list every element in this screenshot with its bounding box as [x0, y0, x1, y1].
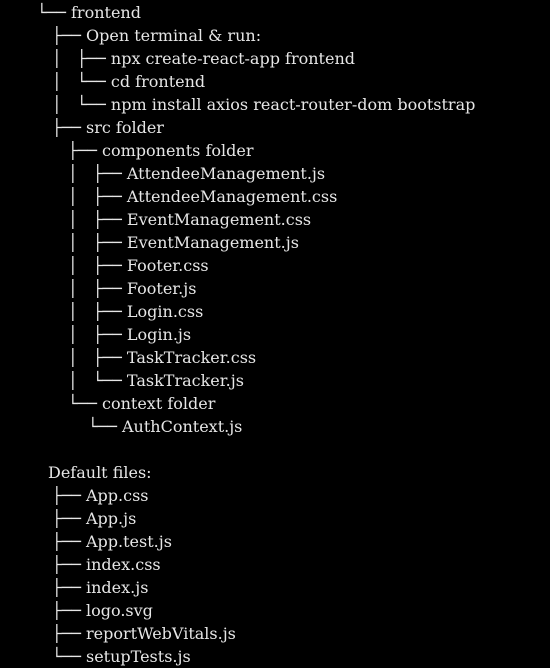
tree-item: ├── src folder [52, 116, 164, 139]
tree-branch-guide: └── [68, 394, 97, 413]
tree-branch-guide: ├── [52, 118, 81, 137]
tree-item-label: src folder [86, 118, 164, 137]
tree-branch-guide: │ ├── [68, 187, 122, 206]
tree-item: └── context folder [68, 392, 215, 415]
tree-item-label: TaskTracker.css [126, 348, 257, 367]
tree-item: │ ├── npx create-react-app frontend [52, 47, 355, 70]
tree-item: ├── App.js [52, 507, 136, 530]
tree-item: └── AuthContext.js [88, 415, 242, 438]
tree-item: ├── App.test.js [52, 530, 172, 553]
tree-item: │ ├── EventManagement.js [68, 231, 299, 254]
tree-item: ├── App.css [52, 484, 149, 507]
tree-branch-guide: └── [88, 417, 117, 436]
tree-branch-guide: │ ├── [68, 233, 122, 252]
tree-item: │ ├── Footer.css [68, 254, 209, 277]
tree-branch-guide: ├── [52, 624, 81, 643]
tree-item: │ ├── AttendeeManagement.css [68, 185, 337, 208]
tree-branch-guide: │ └── [52, 72, 106, 91]
tree-branch-guide: ├── [52, 532, 81, 551]
tree-item: │ └── TaskTracker.js [68, 369, 244, 392]
tree-item-label: App.css [86, 486, 149, 505]
tree-branch-guide: │ ├── [68, 256, 122, 275]
tree-branch-guide: ├── [52, 26, 81, 45]
tree-item-label: npm install axios react-router-dom boots… [110, 95, 476, 114]
tree-item-label: setupTests.js [86, 647, 191, 666]
tree-item: │ └── cd frontend [52, 70, 205, 93]
tree-item-label: components folder [102, 141, 254, 160]
tree-item: │ └── npm install axios react-router-dom… [52, 93, 475, 116]
tree-branch-guide: ├── [52, 601, 81, 620]
tree-branch-guide: ├── [52, 578, 81, 597]
tree-item-label: App.test.js [86, 532, 172, 551]
tree-item-label: logo.svg [86, 601, 153, 620]
tree-branch-guide: ├── [52, 555, 81, 574]
tree-item-label: frontend [71, 3, 141, 22]
tree-item: │ ├── EventManagement.css [68, 208, 311, 231]
tree-branch-guide: │ ├── [68, 302, 122, 321]
directory-tree: └── frontend ├── Open terminal & run: │ ├─… [0, 0, 550, 666]
tree-item: ├── reportWebVitals.js [52, 622, 236, 645]
tree-branch-guide: └── [52, 647, 81, 666]
tree-branch-guide: │ └── [68, 371, 122, 390]
tree-item: │ ├── Login.css [68, 300, 203, 323]
tree-item-label: Footer.css [126, 256, 209, 275]
tree-item: ├── index.css [52, 553, 161, 576]
tree-item: ├── logo.svg [52, 599, 153, 622]
tree-item-label: AuthContext.js [122, 417, 243, 436]
tree-item: │ ├── Footer.js [68, 277, 196, 300]
tree-branch-guide: │ ├── [52, 49, 106, 68]
tree-item-label: AttendeeManagement.css [126, 187, 338, 206]
tree-item-label: App.js [86, 509, 137, 528]
tree-item-label: EventManagement.js [126, 233, 299, 252]
tree-branch-guide: ├── [52, 486, 81, 505]
tree-branch-guide: │ ├── [68, 210, 122, 229]
tree-branch-guide: │ ├── [68, 164, 122, 183]
tree-item: ├── components folder [68, 139, 253, 162]
tree-branch-guide: └── [37, 3, 66, 22]
tree-branch-guide: │ ├── [68, 325, 122, 344]
tree-item: ├── Open terminal & run: [52, 24, 261, 47]
tree-branch-guide: ├── [68, 141, 97, 160]
tree-item-label: cd frontend [110, 72, 206, 91]
tree-item-label: AttendeeManagement.js [126, 164, 326, 183]
tree-item: └── frontend [37, 1, 141, 24]
tree-item-label: EventManagement.css [126, 210, 312, 229]
tree-item-label: reportWebVitals.js [86, 624, 236, 643]
tree-item: Default files: [48, 461, 152, 484]
tree-branch-guide: │ └── [52, 95, 106, 114]
tree-item-label: Login.css [126, 302, 204, 321]
tree-item-label: Login.js [126, 325, 192, 344]
tree-branch-guide: │ ├── [68, 279, 122, 298]
tree-item-label: index.css [86, 555, 161, 574]
tree-branch-guide: ├── [52, 509, 81, 528]
tree-item-label: index.js [86, 578, 149, 597]
tree-branch-guide: │ ├── [68, 348, 122, 367]
tree-item-label: Footer.js [126, 279, 197, 298]
tree-item-label: Open terminal & run: [86, 26, 262, 45]
tree-item: │ ├── TaskTracker.css [68, 346, 256, 369]
tree-item: │ ├── Login.js [68, 323, 191, 346]
tree-item: │ ├── AttendeeManagement.js [68, 162, 325, 185]
tree-item-label: npx create-react-app frontend [110, 49, 355, 68]
tree-item-label: TaskTracker.js [126, 371, 244, 390]
tree-item-label: Default files: [48, 463, 152, 482]
tree-item: ├── index.js [52, 576, 148, 599]
tree-item-label: context folder [102, 394, 216, 413]
